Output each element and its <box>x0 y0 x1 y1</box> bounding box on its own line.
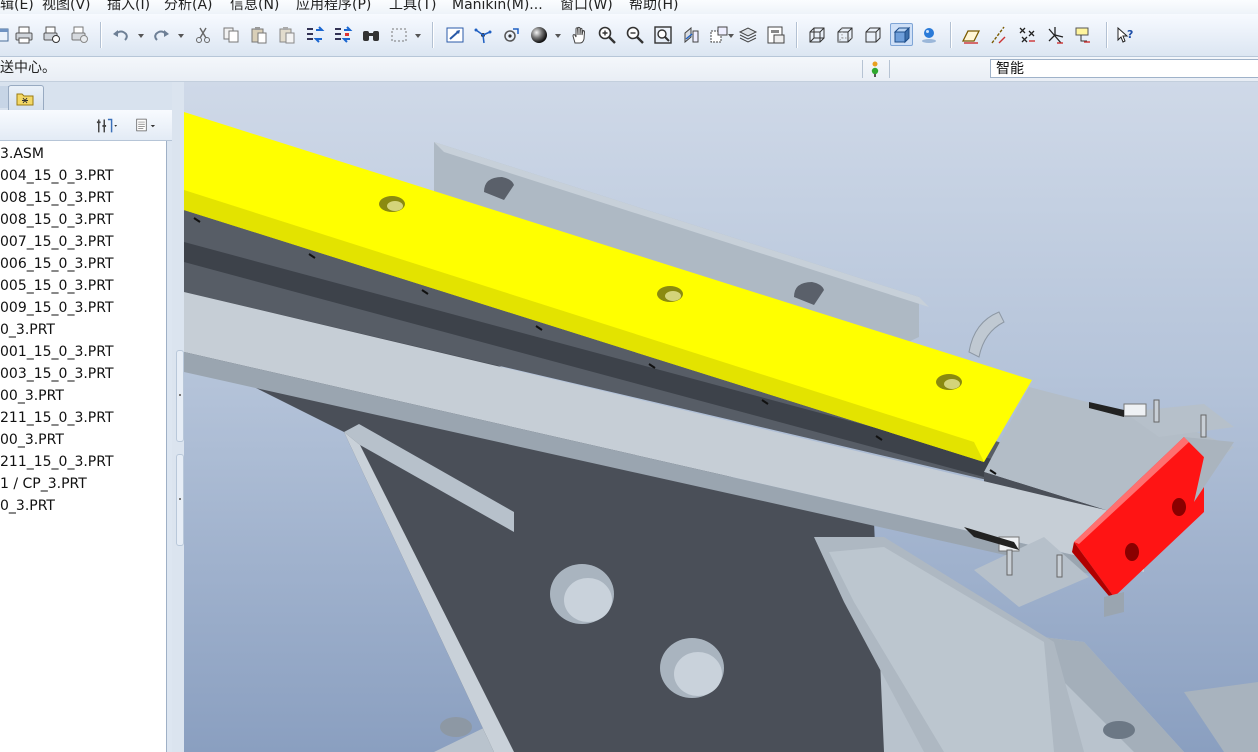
navigator-tabs <box>0 82 184 110</box>
copy-icon[interactable] <box>220 24 242 46</box>
paste-icon[interactable] <box>248 24 270 46</box>
folder-browser-tab[interactable] <box>8 85 44 110</box>
tree-node-part[interactable]: 007_15_0_3.PRT <box>0 231 114 253</box>
select-box-icon[interactable] <box>388 24 410 46</box>
print-preview-icon[interactable] <box>41 24 63 46</box>
tree-node-part[interactable]: 001_15_0_3.PRT <box>0 341 114 363</box>
context-help-icon[interactable]: ? <box>1114 24 1136 46</box>
view-manager-icon[interactable] <box>765 24 787 46</box>
annotations-icon[interactable] <box>1072 24 1094 46</box>
menu-help[interactable]: 帮助(H) <box>629 0 678 14</box>
print-icon[interactable] <box>13 24 35 46</box>
orient-icon[interactable] <box>680 24 702 46</box>
pan-hand-icon[interactable] <box>568 24 590 46</box>
saved-views-icon[interactable] <box>708 24 730 46</box>
graphics-window[interactable] <box>184 82 1258 752</box>
tree-node-part[interactable]: 005_15_0_3.PRT <box>0 275 114 297</box>
message-separator <box>862 60 863 78</box>
enhanced-realism-icon[interactable] <box>918 24 940 46</box>
tree-node-part[interactable]: 00_3.PRT <box>0 429 64 451</box>
regenerate-manager-icon[interactable] <box>332 24 354 46</box>
spin-center-icon[interactable] <box>472 24 494 46</box>
print-setup-icon[interactable] <box>69 24 91 46</box>
tree-node-part[interactable]: 008_15_0_3.PRT <box>0 187 114 209</box>
wireframe-icon[interactable] <box>806 24 828 46</box>
coordinate-systems-icon[interactable] <box>1044 24 1066 46</box>
tree-node-part[interactable]: 1 / CP_3.PRT <box>0 473 87 495</box>
menu-view[interactable]: 视图(V) <box>42 0 91 14</box>
selection-filter-field[interactable]: 智能 <box>990 59 1258 78</box>
menu-tools[interactable]: 工具(T) <box>389 0 436 14</box>
folder-icon <box>16 93 34 106</box>
tree-node-part[interactable]: 00_3.PRT <box>0 385 64 407</box>
redo-icon[interactable] <box>150 24 172 46</box>
settings-icon[interactable] <box>96 115 118 135</box>
show-icon[interactable] <box>136 115 158 135</box>
orient-mode-icon[interactable] <box>500 24 522 46</box>
svg-text:?: ? <box>1127 28 1133 41</box>
toolbar-separator <box>432 22 433 48</box>
message-area: 送中心。 智能 <box>0 57 1258 82</box>
tree-node-part[interactable]: 211_15_0_3.PRT <box>0 407 114 429</box>
menu-info[interactable]: 信息(N) <box>230 0 279 14</box>
no-hidden-icon[interactable] <box>862 24 884 46</box>
tree-node-part[interactable]: 008_15_0_3.PRT <box>0 209 114 231</box>
sash-grip[interactable] <box>176 350 184 442</box>
tree-node-part[interactable]: 0_3.PRT <box>0 319 55 341</box>
menu-bar: 辑(E) 视图(V) 插入(I) 分析(A) 信息(N) 应用程序(P) 工具(… <box>0 0 1258 14</box>
appearance-dropdown-icon[interactable] <box>555 34 561 38</box>
model-tree-toolbar <box>0 110 172 141</box>
zoom-in-icon[interactable] <box>596 24 618 46</box>
hidden-line-icon[interactable] <box>834 24 856 46</box>
find-icon[interactable] <box>360 24 382 46</box>
select-dropdown-icon[interactable] <box>415 34 421 38</box>
tree-node-part[interactable]: 003_15_0_3.PRT <box>0 363 114 385</box>
menu-applications[interactable]: 应用程序(P) <box>296 0 371 14</box>
layers-icon[interactable] <box>737 24 759 46</box>
toolbar-separator <box>950 22 951 48</box>
refit-icon[interactable] <box>652 24 674 46</box>
toolbar-separator <box>1106 22 1107 48</box>
menu-manikin[interactable]: Manikin(M)... <box>452 0 543 14</box>
menu-analysis[interactable]: 分析(A) <box>164 0 213 14</box>
appearance-sphere-icon[interactable] <box>528 24 550 46</box>
menu-window[interactable]: 窗口(W) <box>560 0 613 14</box>
new-window-icon[interactable] <box>0 24 12 46</box>
shading-icon[interactable] <box>890 23 913 46</box>
sensor <box>1123 403 1147 417</box>
tree-node-part[interactable]: 0_3.PRT <box>0 495 55 517</box>
tree-node-part[interactable]: 009_15_0_3.PRT <box>0 297 114 319</box>
saved-views-dropdown-icon[interactable] <box>728 34 734 38</box>
zoom-out-icon[interactable] <box>624 24 646 46</box>
sash-grip[interactable] <box>176 454 184 546</box>
repaint-icon[interactable] <box>444 24 466 46</box>
status-light-icon <box>871 61 879 77</box>
tree-node-part[interactable]: 004_15_0_3.PRT <box>0 165 114 187</box>
tree-node-assembly[interactable]: 3.ASM <box>0 143 44 165</box>
datum-planes-icon[interactable] <box>960 24 982 46</box>
menu-edit[interactable]: 辑(E) <box>0 0 34 14</box>
toolbar-separator <box>100 22 101 48</box>
panel-sash[interactable] <box>172 82 184 752</box>
message-text: 送中心。 <box>0 60 56 76</box>
main-toolbar: ? <box>0 14 1258 57</box>
datum-points-icon[interactable] <box>1016 24 1038 46</box>
datum-axes-icon[interactable] <box>988 24 1010 46</box>
cut-icon[interactable] <box>192 24 214 46</box>
cad-model-render <box>184 112 1258 752</box>
menu-insert[interactable]: 插入(I) <box>107 0 150 14</box>
navigator-panel: 3.ASM 004_15_0_3.PRT 008_15_0_3.PRT 008_… <box>0 82 184 752</box>
redo-dropdown-icon[interactable] <box>178 34 184 38</box>
toolbar-separator <box>796 22 797 48</box>
message-separator <box>889 60 890 78</box>
paste-special-icon[interactable] <box>276 24 298 46</box>
model-tree[interactable]: 3.ASM 004_15_0_3.PRT 008_15_0_3.PRT 008_… <box>0 141 167 752</box>
undo-icon[interactable] <box>110 24 132 46</box>
tree-node-part[interactable]: 006_15_0_3.PRT <box>0 253 114 275</box>
tree-node-part[interactable]: 211_15_0_3.PRT <box>0 451 114 473</box>
undo-dropdown-icon[interactable] <box>138 34 144 38</box>
regenerate-icon[interactable] <box>304 24 326 46</box>
pipe-fitting <box>968 311 1005 358</box>
base-hole <box>440 717 472 737</box>
